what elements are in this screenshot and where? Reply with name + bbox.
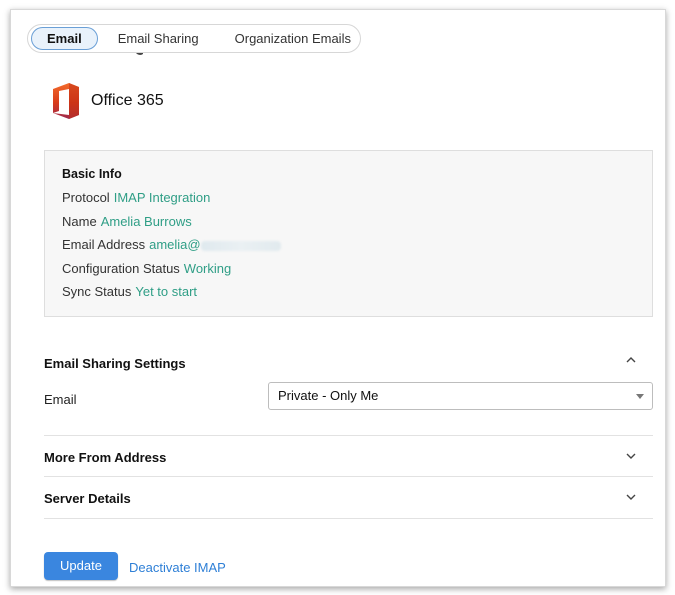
info-label: Name — [62, 213, 97, 229]
select-value: Private - Only Me — [278, 388, 379, 403]
info-row-email-address: Email Address amelia@ — [62, 238, 652, 262]
more-from-address-title[interactable]: More From Address — [44, 450, 166, 465]
info-value: Working — [183, 260, 232, 276]
basic-info-card: Basic Info Protocol IMAP Integration Name… — [44, 150, 653, 317]
info-label: Sync Status — [62, 284, 132, 299]
info-label: Configuration Status — [62, 260, 180, 276]
info-value: IMAP Integration — [113, 190, 211, 205]
caret-down-icon — [636, 394, 644, 399]
info-value: amelia@ — [149, 237, 201, 252]
office-365-logo-icon — [53, 83, 79, 119]
tab-email-sharing[interactable]: Email Sharing — [104, 27, 213, 50]
info-row-sync-status: Sync Status Yet to start — [62, 285, 652, 309]
chevron-down-icon[interactable] — [625, 450, 637, 462]
settings-panel: Email Email Sharing Organization Emails … — [10, 9, 666, 587]
basic-info-heading: Basic Info — [62, 167, 122, 181]
info-row-configuration-status: Configuration Status Working — [62, 262, 652, 286]
info-label: Protocol — [62, 190, 110, 205]
update-button[interactable]: Update — [44, 552, 118, 580]
chevron-down-icon[interactable] — [625, 491, 637, 503]
info-value: Amelia Burrows — [100, 213, 192, 229]
info-row-protocol: Protocol IMAP Integration — [62, 191, 652, 215]
tab-bar: Email Email Sharing Organization Emails — [27, 24, 361, 53]
tab-email[interactable]: Email — [31, 27, 98, 50]
provider-name: Office 365 — [91, 92, 164, 109]
email-sharing-settings-title[interactable]: Email Sharing Settings — [44, 356, 186, 371]
divider — [44, 435, 653, 436]
tab-organization-emails[interactable]: Organization Emails — [221, 27, 365, 50]
redacted-email-blur — [200, 240, 281, 251]
provider-header: Office 365 — [49, 82, 164, 120]
email-sharing-select[interactable]: Private - Only Me — [268, 382, 653, 410]
info-row-name: Name Amelia Burrows — [62, 215, 652, 239]
info-label: Email Address — [62, 237, 146, 252]
info-value: Yet to start — [135, 284, 198, 299]
email-field-label: Email — [44, 392, 77, 407]
divider — [44, 518, 653, 519]
chevron-up-icon[interactable] — [625, 354, 637, 366]
server-details-title[interactable]: Server Details — [44, 491, 131, 506]
divider — [44, 476, 653, 477]
deactivate-imap-link[interactable]: Deactivate IMAP — [129, 560, 226, 575]
